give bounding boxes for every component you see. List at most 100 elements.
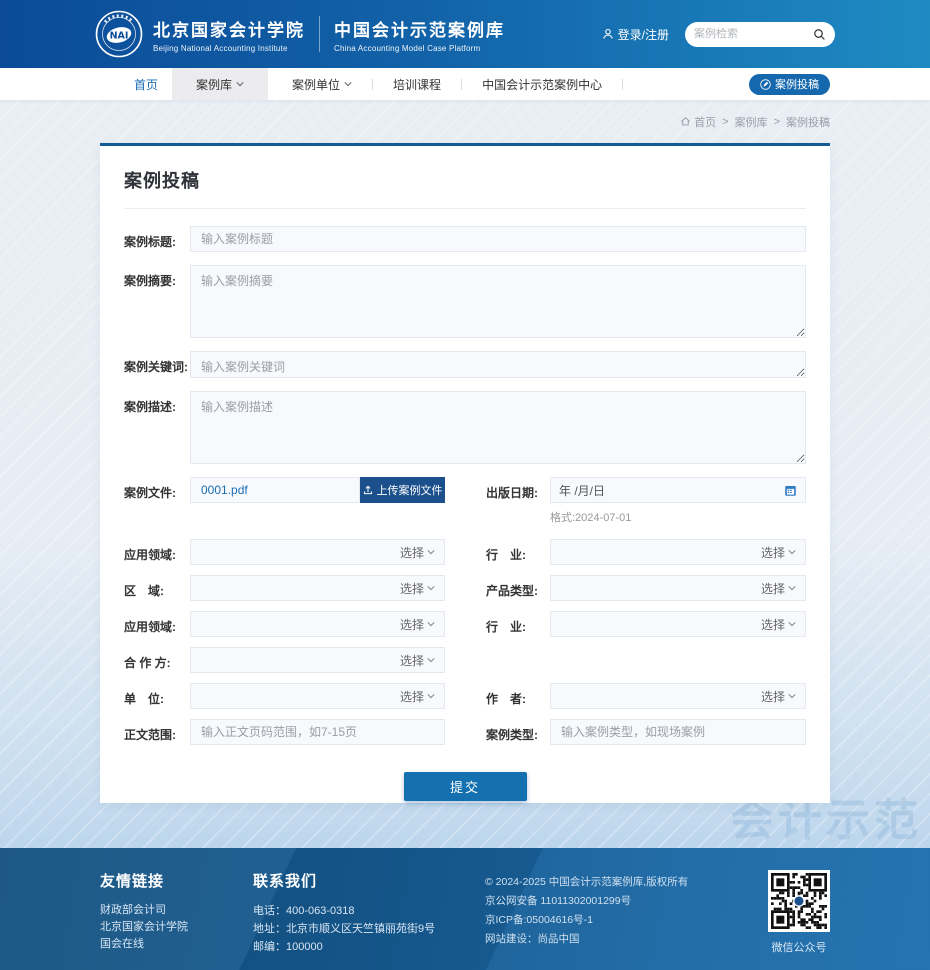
case-keywords-textarea[interactable] (190, 351, 806, 378)
breadcrumb-current: 案例投稿 (786, 114, 830, 130)
nav-home-label: 首页 (134, 76, 158, 93)
case-submit-pill-label: 案例投稿 (775, 76, 819, 92)
case-type-label: 案例类型: (486, 719, 550, 745)
breadcrumb-home[interactable]: 首页 (680, 114, 716, 130)
copyright-text: © 2024-2025 中国会计示范案例库,版权所有 (485, 873, 750, 892)
nav-item-home[interactable]: 首页 (120, 68, 172, 100)
case-file-label: 案例文件: (124, 477, 190, 503)
nav-item-training[interactable]: 培训课程 (385, 68, 449, 100)
qr-code (771, 873, 827, 929)
product-type-select[interactable]: 选择 (550, 575, 806, 601)
search-box (685, 22, 835, 47)
site-builder[interactable]: 网站建设：尚品中国 (485, 930, 750, 949)
nav-cases-label: 案例库 (196, 76, 232, 93)
case-description-textarea[interactable] (190, 391, 806, 464)
nav-divider (622, 79, 623, 90)
breadcrumb-case-library[interactable]: 案例库 (735, 114, 768, 130)
main-nav: 首页 案例库 案例单位 培训课程 中国会计示范案例中心 案例投稿 (0, 68, 930, 100)
nav-units-label: 案例单位 (292, 76, 340, 93)
nav-item-case-units[interactable]: 案例单位 (284, 68, 360, 100)
submit-button[interactable]: 提交 (404, 772, 527, 801)
date-format-hint: 格式:2024-07-01 (124, 509, 806, 525)
select-value: 选择 (400, 688, 424, 705)
nav-training-label: 培训课程 (393, 76, 441, 93)
page-range-input[interactable] (190, 719, 445, 745)
nav-item-case-center[interactable]: 中国会计示范案例中心 (474, 68, 610, 100)
nav-divider (372, 79, 373, 90)
chevron-down-icon (427, 656, 435, 664)
chevron-down-icon (427, 584, 435, 592)
region-select[interactable]: 选择 (190, 575, 445, 601)
author-label: 作 者: (486, 683, 550, 709)
breadcrumb-separator: > (774, 116, 780, 128)
contact-zip: 邮编：100000 (253, 938, 485, 956)
home-icon (680, 116, 691, 127)
edit-icon (760, 79, 771, 90)
org-name-zh: 北京国家会计学院 (153, 16, 305, 41)
select-value: 选择 (400, 616, 424, 633)
chevron-down-icon (344, 80, 352, 88)
industry-select[interactable]: 选择 (550, 539, 806, 565)
chevron-down-icon (788, 584, 796, 592)
case-abstract-label: 案例摘要: (124, 265, 190, 338)
application-field2-label: 应用领域: (124, 611, 190, 637)
svg-text:NAI: NAI (110, 31, 129, 42)
login-register-label: 登录/注册 (618, 26, 669, 43)
org-name-en: Beijing National Accounting Institute (153, 44, 305, 53)
footer-link-online[interactable]: 国会在线 (100, 936, 253, 953)
site-name-en: China Accounting Model Case Platform (334, 44, 505, 53)
case-submit-pill-button[interactable]: 案例投稿 (749, 74, 830, 95)
select-value: 选择 (400, 544, 424, 561)
footer-link-mof[interactable]: 财政部会计司 (100, 902, 253, 919)
wechat-qr-code (768, 870, 830, 932)
case-title-input[interactable] (190, 226, 806, 252)
brand-block: 北京国家会计学院 Beijing National Accounting Ins… (153, 16, 505, 53)
select-value: 选择 (761, 544, 785, 561)
wechat-qr-caption: 微信公众号 (772, 939, 827, 955)
unit-label: 单 位: (124, 683, 190, 709)
beian-icp[interactable]: 京ICP备:05004616号-1 (485, 911, 750, 930)
user-icon (602, 28, 614, 40)
contact-title: 联系我们 (253, 870, 485, 891)
application-field-select[interactable]: 选择 (190, 539, 445, 565)
calendar-icon[interactable] (784, 484, 797, 497)
case-keywords-label: 案例关键词: (124, 351, 190, 378)
partner-select[interactable]: 选择 (190, 647, 445, 673)
industry2-select[interactable]: 选择 (550, 611, 806, 637)
case-submit-form: 案例标题: 案例摘要: 案例关键词: 案例描述: 案例文件: 上传案例文件 (124, 209, 806, 801)
publish-date-value: 年 /月/日 (559, 482, 605, 499)
select-value: 选择 (400, 580, 424, 597)
select-value: 选择 (400, 652, 424, 669)
chevron-down-icon (427, 620, 435, 628)
chevron-down-icon (788, 692, 796, 700)
case-description-label: 案例描述: (124, 391, 190, 464)
page-title: 案例投稿 (124, 146, 806, 209)
publish-date-input[interactable]: 年 /月/日 (550, 477, 806, 503)
nav-item-case-library[interactable]: 案例库 (172, 68, 268, 100)
case-file-name-field[interactable] (190, 477, 360, 503)
upload-case-file-button[interactable]: 上传案例文件 (360, 477, 445, 503)
search-input[interactable] (694, 28, 813, 40)
header: NAI 北京国家会计学院 Beijing National Accounting… (0, 0, 930, 68)
beian-psb[interactable]: 京公网安备 11011302001299号 (485, 892, 750, 911)
case-submit-card: 案例投稿 案例标题: 案例摘要: 案例关键词: 案例描述: 案例文件: (100, 143, 830, 803)
unit-select[interactable]: 选择 (190, 683, 445, 709)
contact-address: 地址：北京市顺义区天竺镇丽苑街9号 (253, 920, 485, 938)
case-type-input[interactable] (550, 719, 806, 745)
author-select[interactable]: 选择 (550, 683, 806, 709)
application-field2-select[interactable]: 选择 (190, 611, 445, 637)
login-register-link[interactable]: 登录/注册 (602, 26, 669, 43)
friend-links-title: 友情链接 (100, 870, 253, 891)
application-field-label: 应用领域: (124, 539, 190, 565)
breadcrumb-separator: > (722, 116, 728, 128)
nav-center-label: 中国会计示范案例中心 (482, 76, 602, 93)
case-abstract-textarea[interactable] (190, 265, 806, 338)
search-icon[interactable] (813, 28, 826, 41)
select-value: 选择 (761, 616, 785, 633)
contact-phone: 电话：400-063-0318 (253, 902, 485, 920)
chevron-down-icon (788, 548, 796, 556)
chevron-down-icon (788, 620, 796, 628)
chevron-down-icon (427, 692, 435, 700)
region-label: 区 域: (124, 575, 190, 601)
footer-link-bnai[interactable]: 北京国家会计学院 (100, 919, 253, 936)
